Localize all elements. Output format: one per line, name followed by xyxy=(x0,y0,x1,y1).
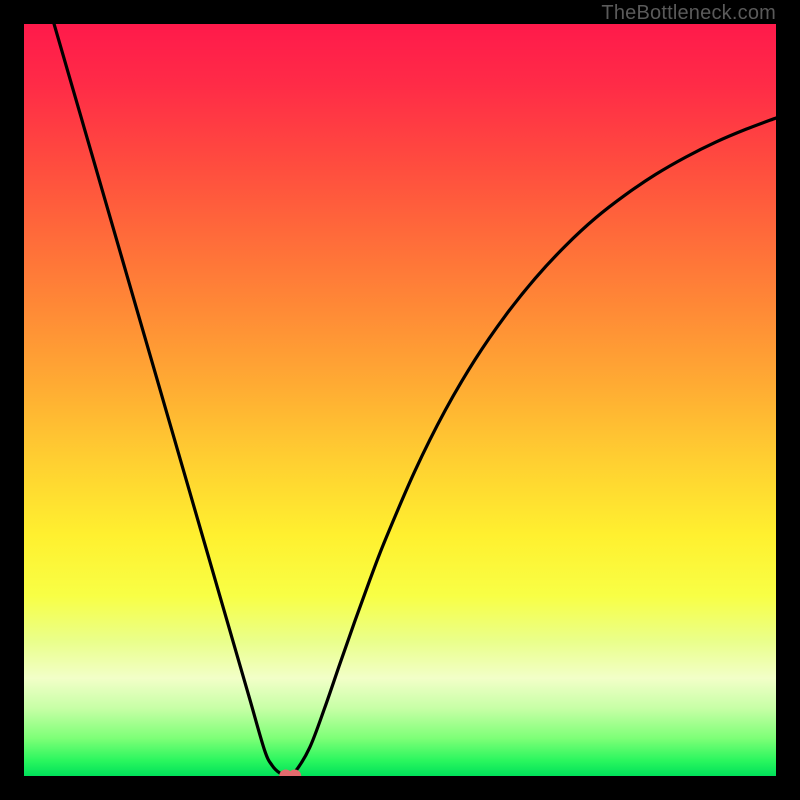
chart-plot-area xyxy=(24,24,776,776)
watermark-text: TheBottleneck.com xyxy=(601,2,776,25)
optimal-point-marker xyxy=(24,24,776,776)
